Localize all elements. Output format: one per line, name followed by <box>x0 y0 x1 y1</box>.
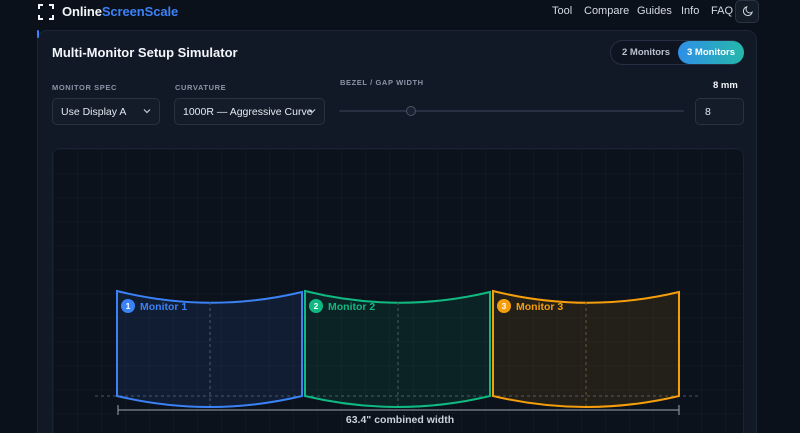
monitor-3[interactable]: 3 Monitor 3 <box>492 289 680 408</box>
monitor-2-number: 2 <box>314 301 319 311</box>
monitor-1-number: 1 <box>126 301 131 311</box>
monitor-3-number: 3 <box>502 301 507 311</box>
monitor-2-label: Monitor 2 <box>328 301 375 313</box>
monitor-2[interactable]: 2 Monitor 2 <box>304 289 491 408</box>
monitor-3-label: Monitor 3 <box>516 301 563 313</box>
monitor-1[interactable]: 1 Monitor 1 <box>116 289 303 408</box>
monitor-1-label: Monitor 1 <box>140 301 187 313</box>
monitor-visualization: 1 Monitor 1 2 Monitor 2 3 Monitor 3 <box>95 289 700 415</box>
combined-width-label: 63.4" combined width <box>345 414 455 426</box>
